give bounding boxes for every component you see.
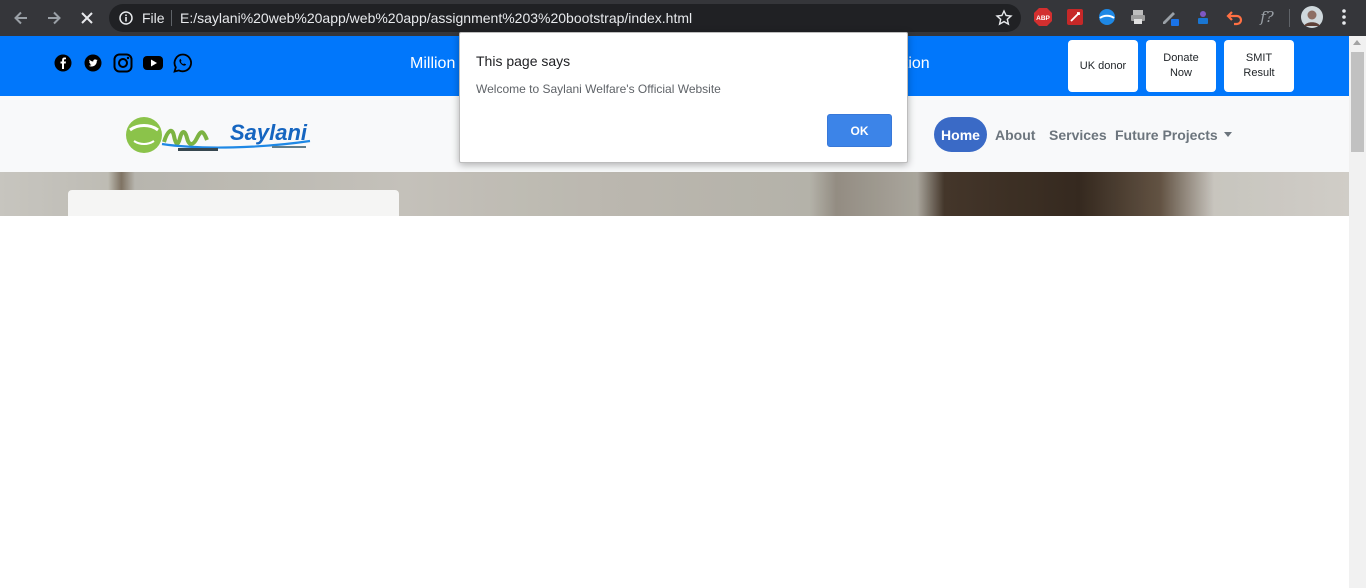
address-bar[interactable]: File E:/saylani%20web%20app/web%20app/as… [109, 4, 1021, 32]
bookmark-star-icon[interactable] [995, 9, 1013, 27]
info-icon[interactable] [119, 11, 133, 25]
forward-button[interactable] [42, 6, 66, 30]
back-button[interactable] [9, 6, 33, 30]
uk-donor-button[interactable]: UK donor [1068, 40, 1138, 92]
function-icon[interactable]: f? [1257, 7, 1277, 27]
pen-shape [1163, 12, 1179, 26]
scroll-up-arrow-icon[interactable] [1353, 40, 1361, 45]
stop-button[interactable] [75, 6, 99, 30]
logo-graphic: Saylani [126, 117, 311, 153]
function-label: f? [1260, 8, 1274, 26]
toolbar-divider [1289, 9, 1290, 27]
profile-avatar[interactable] [1301, 6, 1323, 28]
dialog-title: This page says [476, 53, 571, 69]
adblock-label: ABP [1036, 15, 1050, 22]
adblock-icon[interactable]: ABP [1033, 7, 1053, 27]
dialog-message: Welcome to Saylani Welfare's Official We… [476, 82, 721, 96]
saylani-logo[interactable]: Saylani [122, 110, 318, 158]
avatar-shape [1301, 6, 1323, 28]
twitter-icon[interactable] [82, 52, 104, 74]
facebook-icon[interactable] [52, 52, 74, 74]
globe-shape [1099, 9, 1115, 25]
alert-dialog: This page says Welcome to Saylani Welfar… [459, 32, 908, 163]
toolbox-icon[interactable] [1193, 7, 1213, 27]
forward-arrow-icon [48, 11, 61, 25]
tagline-text: Million [410, 55, 456, 72]
hero-banner [0, 172, 1349, 216]
kebab-menu-icon [1342, 9, 1346, 25]
url-text[interactable]: E:/saylani%20web%20app/web%20app/assignm… [180, 10, 692, 26]
toolbox-shape [1198, 11, 1208, 24]
adblock-shape: ABP [1034, 8, 1052, 26]
file-scheme-label: File [142, 10, 165, 26]
undo-shape [1226, 11, 1243, 26]
pdf-shape [1067, 9, 1083, 25]
logo-text: Saylani [230, 120, 308, 145]
pen-icon[interactable] [1160, 7, 1180, 27]
nav-home-link[interactable]: Home [934, 117, 987, 152]
back-arrow-icon [14, 11, 27, 25]
nav-about-link[interactable]: About [995, 127, 1035, 143]
hero-card [68, 190, 399, 216]
ok-button[interactable]: OK [827, 114, 892, 147]
browser-toolbar: File E:/saylani%20web%20app/web%20app/as… [0, 0, 1366, 36]
future-projects-label: Future Projects [1115, 127, 1218, 143]
caret-down-icon [1223, 132, 1232, 137]
youtube-icon[interactable] [142, 52, 164, 74]
chrome-menu-button[interactable] [1334, 7, 1354, 27]
globe-icon[interactable] [1097, 7, 1117, 27]
pdf-icon[interactable] [1065, 7, 1085, 27]
whatsapp-icon[interactable] [172, 52, 194, 74]
vertical-scrollbar[interactable] [1349, 36, 1366, 588]
nav-services-link[interactable]: Services [1049, 127, 1107, 143]
smit-result-button[interactable]: SMIT Result [1224, 40, 1294, 92]
scroll-thumb[interactable] [1351, 52, 1364, 152]
print-shape [1131, 10, 1145, 24]
undo-icon[interactable] [1225, 7, 1245, 27]
donate-now-button[interactable]: Donate Now [1146, 40, 1216, 92]
nav-future-projects-dropdown[interactable]: Future Projects [1115, 127, 1232, 143]
instagram-icon[interactable] [112, 52, 134, 74]
print-icon[interactable] [1128, 7, 1148, 27]
close-icon [81, 12, 93, 24]
address-divider [171, 10, 172, 26]
